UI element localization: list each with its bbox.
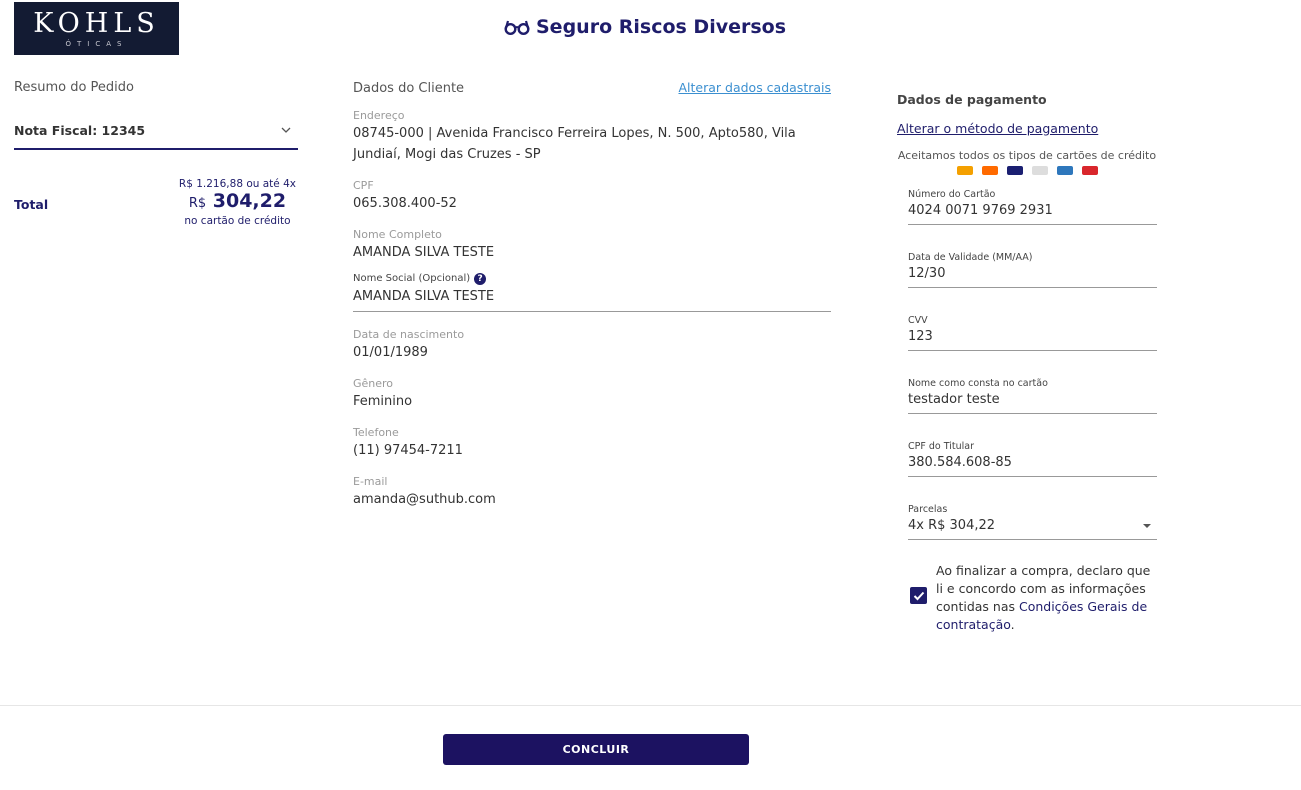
total-label: Total xyxy=(14,197,49,212)
checkmark-icon xyxy=(913,591,924,600)
social-name-field[interactable]: Nome Social (Opcional) ? AMANDA SILVA TE… xyxy=(353,271,831,312)
address-value: 08745-000 | Avenida Francisco Ferreira L… xyxy=(353,126,796,162)
cvv-label: CVV xyxy=(908,315,928,326)
page-title-text: Seguro Riscos Diversos xyxy=(536,16,787,38)
currency-symbol: R$ xyxy=(188,196,207,211)
full-name-label: Nome Completo xyxy=(353,228,442,241)
email-label: E-mail xyxy=(353,475,388,488)
amex-icon xyxy=(1056,166,1073,175)
birth-date-value: 01/01/1989 xyxy=(353,345,428,360)
birth-date-field: Data de nascimento 01/01/1989 xyxy=(353,327,831,363)
holder-cpf-field[interactable]: CPF do Titular 380.584.608-85 xyxy=(908,440,1157,477)
change-payment-method-link[interactable]: Alterar o método de pagamento xyxy=(897,121,1157,136)
accepted-cards-note: Aceitamos todos os tipos de cartões de c… xyxy=(897,149,1157,162)
card-number-input[interactable]: 4024 0071 9769 2931 xyxy=(908,202,1157,220)
total-block: Total R$ 1.216,88 ou até 4x R$ 304,22 no… xyxy=(14,178,298,227)
footer-divider xyxy=(0,705,1301,706)
payment-title: Dados de pagamento xyxy=(897,92,1047,107)
logo-subtitle: ÓTICAS xyxy=(65,40,128,48)
total-amount: R$ 1.216,88 ou até 4x R$ 304,22 no cartã… xyxy=(179,178,296,227)
elo-icon xyxy=(1031,166,1048,175)
conclude-button[interactable]: CONCLUIR xyxy=(443,734,749,765)
card-number-field[interactable]: Número do Cartão 4024 0071 9769 2931 xyxy=(908,188,1157,225)
help-icon[interactable]: ? xyxy=(474,272,487,285)
hipercard-icon xyxy=(981,166,998,175)
payment-data: Dados de pagamento Alterar o método de p… xyxy=(897,92,1157,634)
mastercard-icon xyxy=(956,166,973,175)
phone-value: (11) 97454-7211 xyxy=(353,443,463,458)
kohls-oticas-logo: KOHLS ÓTICAS xyxy=(14,2,179,55)
birth-date-label: Data de nascimento xyxy=(353,328,465,341)
full-name-field: Nome Completo AMANDA SILVA TESTE xyxy=(353,227,831,263)
chevron-down-icon[interactable] xyxy=(280,124,292,136)
page-title: Seguro Riscos Diversos xyxy=(503,16,786,38)
expiry-input[interactable]: 12/30 xyxy=(908,265,1157,283)
logo-brand: KOHLS xyxy=(33,8,160,39)
terms-end: . xyxy=(1010,617,1015,632)
cardholder-name-field[interactable]: Nome como consta no cartão testador test… xyxy=(908,377,1157,414)
diners-icon xyxy=(1081,166,1098,175)
full-name-value: AMANDA SILVA TESTE xyxy=(353,245,495,260)
holder-cpf-input[interactable]: 380.584.608-85 xyxy=(908,454,1157,472)
gender-value: Feminino xyxy=(353,394,413,409)
holder-cpf-label: CPF do Titular xyxy=(908,441,974,452)
installment-value: 304,22 xyxy=(212,190,287,212)
installment-price: R$ 304,22 xyxy=(179,190,296,215)
card-brand-icons xyxy=(897,166,1157,175)
phone-label: Telefone xyxy=(353,426,399,439)
gender-label: Gênero xyxy=(353,377,394,390)
card-number-label: Número do Cartão xyxy=(908,189,996,200)
email-value: amanda@suthub.com xyxy=(353,492,496,507)
cvv-input[interactable]: 123 xyxy=(908,328,1157,346)
address-field: Endereço 08745-000 | Avenida Francisco F… xyxy=(353,108,831,165)
cpf-field: CPF 065.308.400-52 xyxy=(353,178,831,214)
installments-label: Parcelas xyxy=(908,504,948,515)
gender-field: Gênero Feminino xyxy=(353,376,831,412)
installments-value: 4x R$ 304,22 xyxy=(908,518,996,533)
cardholder-name-input[interactable]: testador teste xyxy=(908,391,1157,409)
total-full-price: R$ 1.216,88 ou até 4x xyxy=(178,178,296,190)
phone-field: Telefone (11) 97454-7211 xyxy=(353,425,831,461)
client-data: Dados do Cliente Alterar dados cadastrai… xyxy=(353,80,831,510)
client-data-title: Dados do Cliente xyxy=(353,81,465,96)
expiry-field[interactable]: Data de Validade (MM/AA) 12/30 xyxy=(908,251,1157,288)
terms-text: Ao finalizar a compra, declaro que li e … xyxy=(936,562,1158,634)
cardholder-name-label: Nome como consta no cartão xyxy=(908,378,1048,389)
social-name-input[interactable]: AMANDA SILVA TESTE xyxy=(353,286,831,312)
cvv-field[interactable]: CVV 123 xyxy=(908,314,1157,351)
expiry-label: Data de Validade (MM/AA) xyxy=(908,252,1033,263)
terms-agreement: Ao finalizar a compra, declaro que li e … xyxy=(910,562,1158,634)
cpf-label: CPF xyxy=(353,179,374,192)
address-label: Endereço xyxy=(353,109,405,122)
edit-registration-link[interactable]: Alterar dados cadastrais xyxy=(678,80,831,95)
terms-checkbox[interactable] xyxy=(910,587,927,604)
installments-select[interactable]: Parcelas 4x R$ 304,22 xyxy=(908,503,1157,540)
email-field: E-mail amanda@suthub.com xyxy=(353,474,831,510)
cpf-value: 065.308.400-52 xyxy=(353,196,457,211)
invoice-accordion[interactable]: Nota Fiscal: 12345 xyxy=(14,123,298,150)
order-summary: Resumo do Pedido Nota Fiscal: 12345 Tota… xyxy=(14,80,298,227)
social-name-label: Nome Social (Opcional) xyxy=(353,273,471,284)
glasses-icon xyxy=(504,20,530,35)
invoice-label: Nota Fiscal: 12345 xyxy=(14,123,146,138)
payment-method-note: no cartão de crédito xyxy=(184,215,291,227)
dropdown-arrow-icon[interactable] xyxy=(1143,524,1151,528)
visa-icon xyxy=(1006,166,1023,175)
order-summary-title: Resumo do Pedido xyxy=(14,80,134,95)
